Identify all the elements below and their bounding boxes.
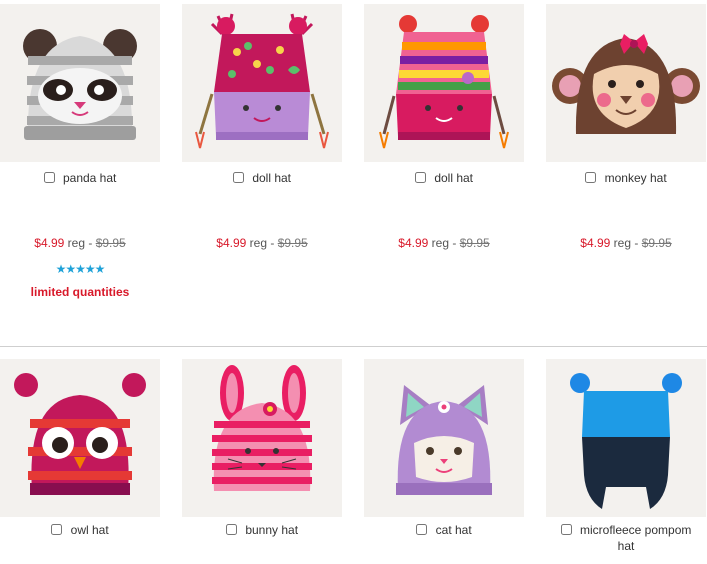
product-card-owl-hat: owl hat [0, 359, 160, 537]
product-name[interactable]: doll hat [252, 171, 291, 185]
product-name-line1[interactable]: microfleece pompom [580, 523, 691, 537]
compare-checkbox[interactable] [585, 172, 597, 183]
sale-price: $4.99 [34, 236, 65, 250]
price-row: $4.99 reg - $9.95 [0, 235, 160, 251]
product-card-microfleece-pompom-hat: microfleece pompom hat [546, 359, 706, 553]
product-card-panda-hat: panda hat $4.99 reg - $9.95 ★★★★★ limite… [0, 4, 160, 299]
sale-price: $4.99 [398, 236, 429, 250]
product-name-row: monkey hat [546, 170, 706, 186]
product-name-row: bunny hat [182, 522, 342, 538]
product-image-owl-hat[interactable] [0, 359, 160, 517]
product-name-row: doll hat [364, 170, 524, 186]
bunny-hat-image [212, 365, 312, 491]
product-card-monkey-hat: monkey hat $4.99 reg - $9.95 [546, 4, 706, 250]
reg-label: reg - [67, 236, 93, 250]
product-name-line2[interactable]: hat [618, 539, 635, 553]
owl-hat-image [14, 373, 146, 495]
product-name-row: panda hat [0, 170, 160, 186]
doll-hat-image [379, 15, 509, 149]
reg-label: reg - [249, 236, 275, 250]
limited-quantities-label: limited quantities [30, 285, 130, 299]
product-image-panda-hat[interactable] [0, 4, 160, 162]
product-card-bunny-hat: bunny hat [182, 359, 342, 537]
price-row: $4.99 reg - $9.95 [182, 235, 342, 251]
reg-label: reg - [431, 236, 457, 250]
product-image-cat-hat[interactable] [364, 359, 524, 517]
product-name-row: cat hat [364, 522, 524, 538]
regular-price: $9.95 [95, 236, 126, 250]
compare-checkbox[interactable] [414, 172, 426, 183]
product-card-cat-hat: cat hat [364, 359, 524, 537]
product-name[interactable]: cat hat [436, 523, 472, 537]
price-row: $4.99 reg - $9.95 [364, 235, 524, 251]
product-card-doll-hat-2: doll hat $4.99 reg - $9.95 [364, 4, 524, 250]
sale-price: $4.99 [580, 236, 611, 250]
compare-checkbox[interactable] [51, 524, 63, 535]
compare-checkbox[interactable] [560, 524, 572, 535]
regular-price: $9.95 [277, 236, 308, 250]
product-card-doll-hat-1: doll hat $4.99 reg - $9.95 [182, 4, 342, 250]
product-name-row: microfleece pompom hat [546, 522, 706, 554]
compare-checkbox[interactable] [232, 172, 244, 183]
product-image-doll-hat-2[interactable] [364, 4, 524, 162]
compare-checkbox[interactable] [225, 524, 237, 535]
cat-hat-image [396, 385, 492, 495]
doll-hat-image [195, 13, 329, 149]
price-row: $4.99 reg - $9.95 [546, 235, 706, 251]
product-name[interactable]: panda hat [63, 171, 116, 185]
product-image-monkey-hat[interactable] [546, 4, 706, 162]
rating-stars[interactable]: ★★★★★ [0, 262, 160, 276]
compare-checkbox[interactable] [416, 524, 428, 535]
product-name-row: doll hat [182, 170, 342, 186]
sale-price: $4.99 [216, 236, 247, 250]
compare-checkbox[interactable] [43, 172, 55, 183]
product-image-microfleece-pompom-hat[interactable] [546, 359, 706, 517]
reg-label: reg - [613, 236, 639, 250]
product-name[interactable]: bunny hat [245, 523, 298, 537]
panda-hat-image [23, 29, 137, 140]
product-name[interactable]: monkey hat [605, 171, 667, 185]
regular-price: $9.95 [641, 236, 672, 250]
regular-price: $9.95 [459, 236, 490, 250]
monkey-hat-image [552, 34, 700, 134]
row-divider [0, 346, 707, 347]
product-image-bunny-hat[interactable] [182, 359, 342, 517]
microfleece-pompom-hat-image [570, 373, 682, 509]
product-name[interactable]: doll hat [434, 171, 473, 185]
product-image-doll-hat-1[interactable] [182, 4, 342, 162]
product-name[interactable]: owl hat [71, 523, 109, 537]
product-name-row: owl hat [0, 522, 160, 538]
